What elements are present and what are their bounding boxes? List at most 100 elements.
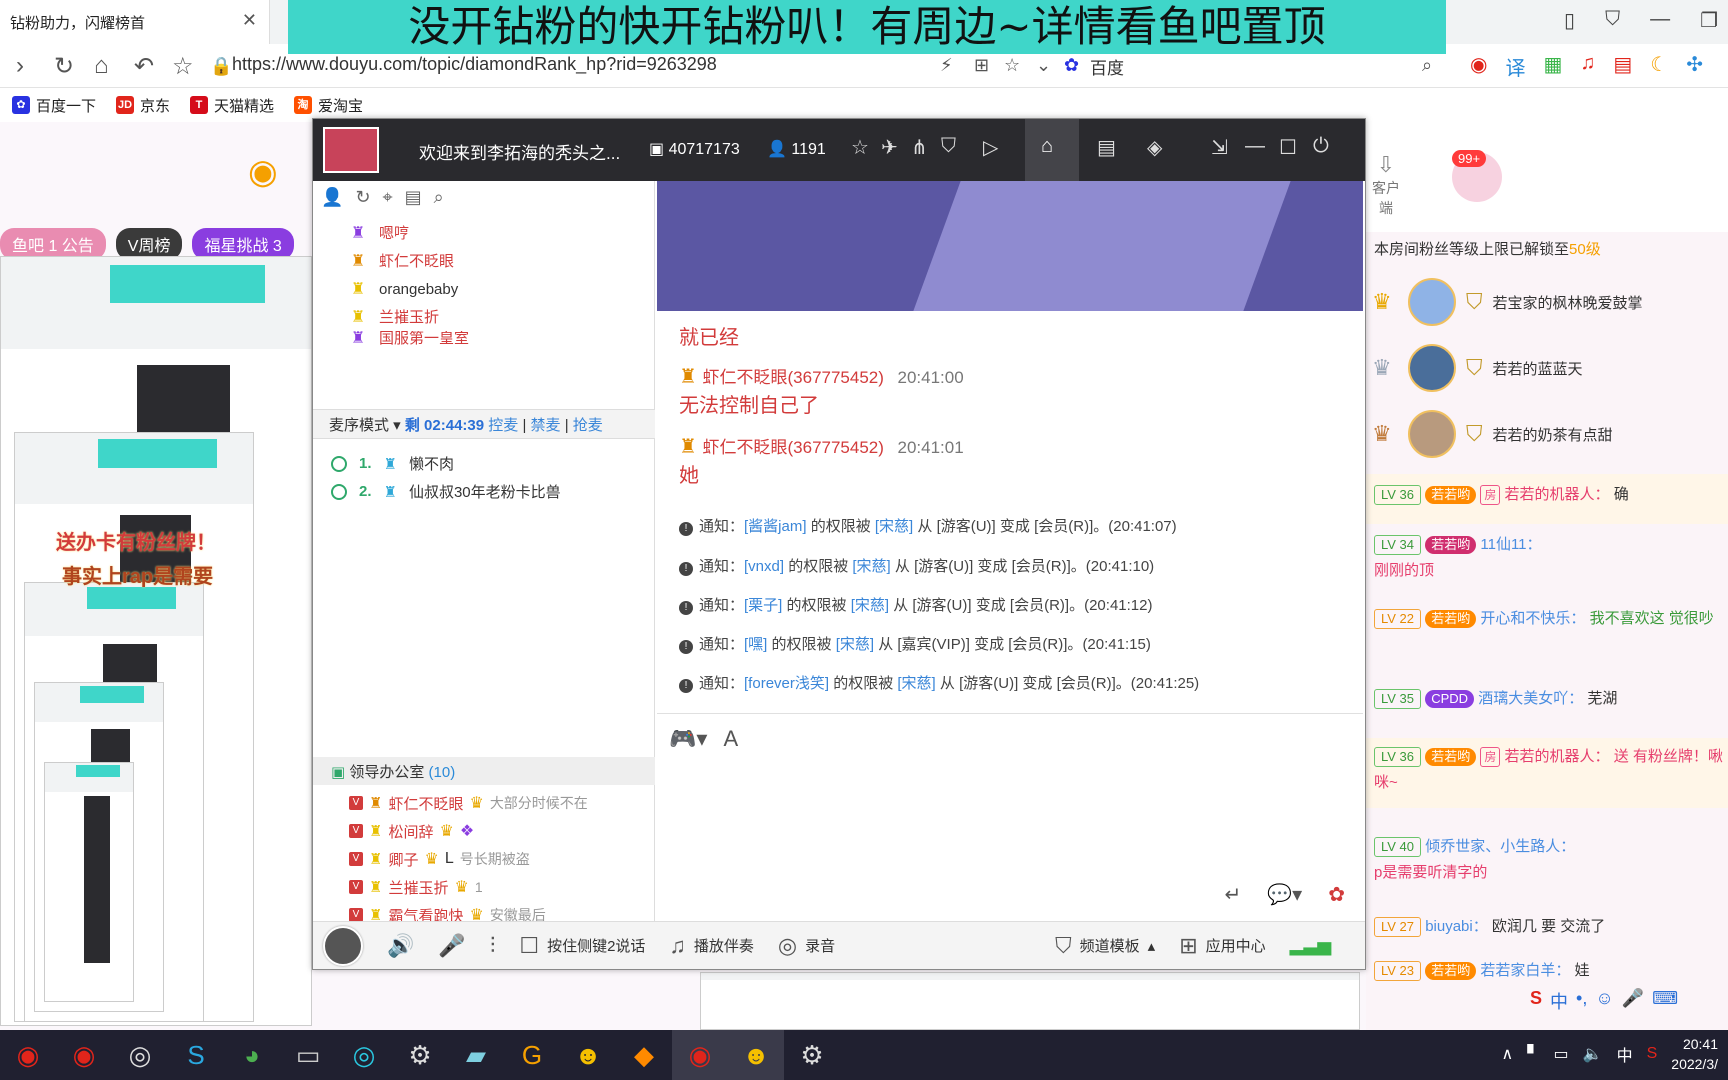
- netease-music-icon[interactable]: ◉: [56, 1030, 112, 1080]
- steam-icon[interactable]: ⚙: [392, 1030, 448, 1080]
- notes-icon[interactable]: ▤: [405, 187, 422, 208]
- plane-icon[interactable]: ✈: [881, 135, 898, 160]
- search-icon[interactable]: ⌕: [434, 187, 444, 208]
- pdf-icon[interactable]: ▤: [1613, 52, 1632, 81]
- chat-nick[interactable]: 若若的机器人：: [1505, 748, 1610, 765]
- rank-row[interactable]: ♛ ⛉ 若若的奶茶有点甜: [1372, 406, 1613, 462]
- chat-nick[interactable]: 酒璃大美女吖：: [1478, 690, 1583, 707]
- equalizer-icon[interactable]: ⫶: [490, 933, 496, 959]
- game-icon[interactable]: ◉: [1470, 52, 1487, 81]
- ime-widget[interactable]: S 中 •, ☺ 🎤 ⌨: [1530, 988, 1678, 1014]
- moon-icon[interactable]: ☾: [1650, 52, 1668, 81]
- rank-row[interactable]: ♛ ⛉ 若若的蓝蓝天: [1372, 340, 1583, 396]
- notice-user[interactable]: [酱酱jam]: [744, 518, 807, 535]
- group-header[interactable]: ▣ 领导办公室 (10): [313, 757, 655, 785]
- group-member[interactable]: V ♜ 卿子 ♛ L 号长期被盗: [349, 845, 649, 873]
- music-icon[interactable]: ♫: [1580, 52, 1595, 81]
- bookmark-jd[interactable]: JD 京东: [116, 94, 170, 116]
- chat-sender[interactable]: 虾仁不眨眼(367775452): [703, 368, 884, 387]
- speaker-icon[interactable]: 🔊: [387, 933, 414, 959]
- accompany-button[interactable]: ♫ 播放伴奏: [669, 933, 754, 959]
- notice-user[interactable]: [栗子]: [744, 597, 782, 614]
- rank-row[interactable]: ♛ ⛉ 若宝家的枫林晚爱鼓掌: [1372, 274, 1643, 330]
- chat-bubble-icon[interactable]: 💬▾: [1267, 882, 1302, 907]
- member-item[interactable]: ♜ 虾仁不眨眼: [351, 249, 454, 275]
- chrome-icon[interactable]: ◕: [224, 1030, 280, 1080]
- minimize-icon[interactable]: —: [1650, 8, 1670, 33]
- file-icon[interactable]: ▰: [448, 1030, 504, 1080]
- search-icon[interactable]: ⌕: [1422, 55, 1432, 76]
- notice-operator[interactable]: [宋慈]: [875, 518, 913, 535]
- group-member[interactable]: V ♜ 松间辞 ♛ ❖: [349, 817, 649, 845]
- lightning-icon[interactable]: ⚡: [940, 55, 953, 76]
- notice-operator[interactable]: [宋慈]: [851, 597, 889, 614]
- chevron-up-icon[interactable]: ∧: [1502, 1044, 1514, 1064]
- sogou-tray-icon[interactable]: S: [1647, 1045, 1658, 1063]
- remote-desktop-icon[interactable]: ▭: [280, 1030, 336, 1080]
- microphone-icon[interactable]: 🎤: [438, 933, 465, 959]
- gamepad-icon[interactable]: 🎮▾: [669, 726, 707, 752]
- translate-icon[interactable]: 译: [1505, 52, 1525, 81]
- favorite-icon[interactable]: ☆: [1004, 55, 1020, 76]
- member-item[interactable]: ♜ 嗯哼: [351, 221, 409, 247]
- app-center-button[interactable]: ⊞ 应用中心: [1179, 933, 1265, 959]
- netease-music-icon[interactable]: ◉: [0, 1030, 56, 1080]
- notice-user[interactable]: [vnxd]: [744, 558, 784, 575]
- video-icon[interactable]: ▷: [983, 135, 998, 160]
- refresh-icon[interactable]: ↻: [355, 187, 370, 208]
- chat-nick[interactable]: 倾乔世家、小生路人：: [1425, 838, 1575, 855]
- puzzle-icon[interactable]: ✣: [1686, 52, 1703, 81]
- yy-icon[interactable]: ☻: [560, 1030, 616, 1080]
- minimize-icon[interactable]: —: [1245, 135, 1265, 158]
- douyu-logo-icon[interactable]: ◉: [248, 152, 308, 196]
- chat-nick[interactable]: biuyabi：: [1425, 918, 1488, 935]
- home-button[interactable]: ⌂: [1025, 119, 1079, 181]
- mic-mode-dropdown[interactable]: 麦序模式: [329, 417, 389, 434]
- undo-icon[interactable]: ↶: [134, 52, 154, 81]
- forward-icon[interactable]: ›: [16, 52, 24, 80]
- ring-app-icon[interactable]: ◎: [336, 1030, 392, 1080]
- template-button[interactable]: ⛉ 频道模板 ▴: [1055, 933, 1155, 959]
- url-field[interactable]: https://www.douyu.com/topic/diamondRank_…: [232, 54, 717, 75]
- chevron-down-icon[interactable]: ⌄: [1036, 55, 1051, 76]
- douyu-icon[interactable]: ◆: [616, 1030, 672, 1080]
- member-item[interactable]: ♜ 国服第一皇室: [351, 331, 469, 347]
- sogou-icon[interactable]: S: [168, 1030, 224, 1080]
- font-icon[interactable]: A: [723, 726, 738, 752]
- notice-user[interactable]: [嘿]: [744, 636, 767, 653]
- notice-user[interactable]: [forever浅笑]: [744, 675, 829, 692]
- mic-queue-item[interactable]: 1. ♜ 懒不肉: [331, 453, 454, 474]
- avatar[interactable]: [323, 925, 363, 966]
- steam-icon[interactable]: ⚙: [784, 1030, 840, 1080]
- gamepad-icon[interactable]: ◈: [1147, 135, 1162, 160]
- message-input-area[interactable]: 🎮▾ A ↵ 💬▾ ✿: [657, 713, 1363, 921]
- mic-queue-item[interactable]: 2. ♜ 仙叔叔30年老粉卡比兽: [331, 481, 561, 502]
- yy-icon[interactable]: ☻: [728, 1030, 784, 1080]
- home-icon[interactable]: ⌂: [94, 52, 109, 80]
- ime-indicator[interactable]: 中: [1617, 1042, 1633, 1066]
- report-icon[interactable]: ⛉: [941, 135, 956, 158]
- client-button[interactable]: ⇩ 客户端: [1366, 152, 1406, 218]
- enter-icon[interactable]: ↵: [1225, 882, 1242, 907]
- reload-icon[interactable]: ↻: [54, 52, 74, 81]
- browser-tab[interactable]: 钻粉助力，闪耀榜首 ✕: [0, 0, 270, 44]
- collapse-icon[interactable]: ⇲: [1211, 135, 1228, 160]
- chat-nick[interactable]: 若若家白羊：: [1480, 962, 1570, 979]
- chat-nick[interactable]: 若若的机器人：: [1505, 486, 1610, 503]
- restore-icon[interactable]: ❐: [1700, 8, 1718, 33]
- app-g-icon[interactable]: G: [504, 1030, 560, 1080]
- location-icon[interactable]: ⌖: [383, 187, 393, 208]
- user-icon[interactable]: 👤: [321, 187, 343, 208]
- group-member[interactable]: V ♜ 兰摧玉折 ♛ 1: [349, 873, 649, 901]
- notice-operator[interactable]: [宋慈]: [852, 558, 890, 575]
- network-icon[interactable]: ▭: [1554, 1044, 1569, 1064]
- apps-icon[interactable]: ▦: [1543, 52, 1562, 81]
- notice-operator[interactable]: [宋慈]: [897, 675, 935, 692]
- chat-sender[interactable]: 虾仁不眨眼(367775452): [703, 438, 884, 457]
- bookmark-tmall[interactable]: T 天猫精选: [190, 94, 274, 116]
- maximize-icon[interactable]: ☐: [1279, 135, 1297, 160]
- search-engine-label[interactable]: 百度: [1090, 54, 1124, 79]
- mic-ban-link[interactable]: 禁麦: [531, 417, 561, 434]
- member-item[interactable]: ♜ orangebaby: [351, 277, 458, 303]
- grid-icon[interactable]: ⊞: [974, 55, 989, 76]
